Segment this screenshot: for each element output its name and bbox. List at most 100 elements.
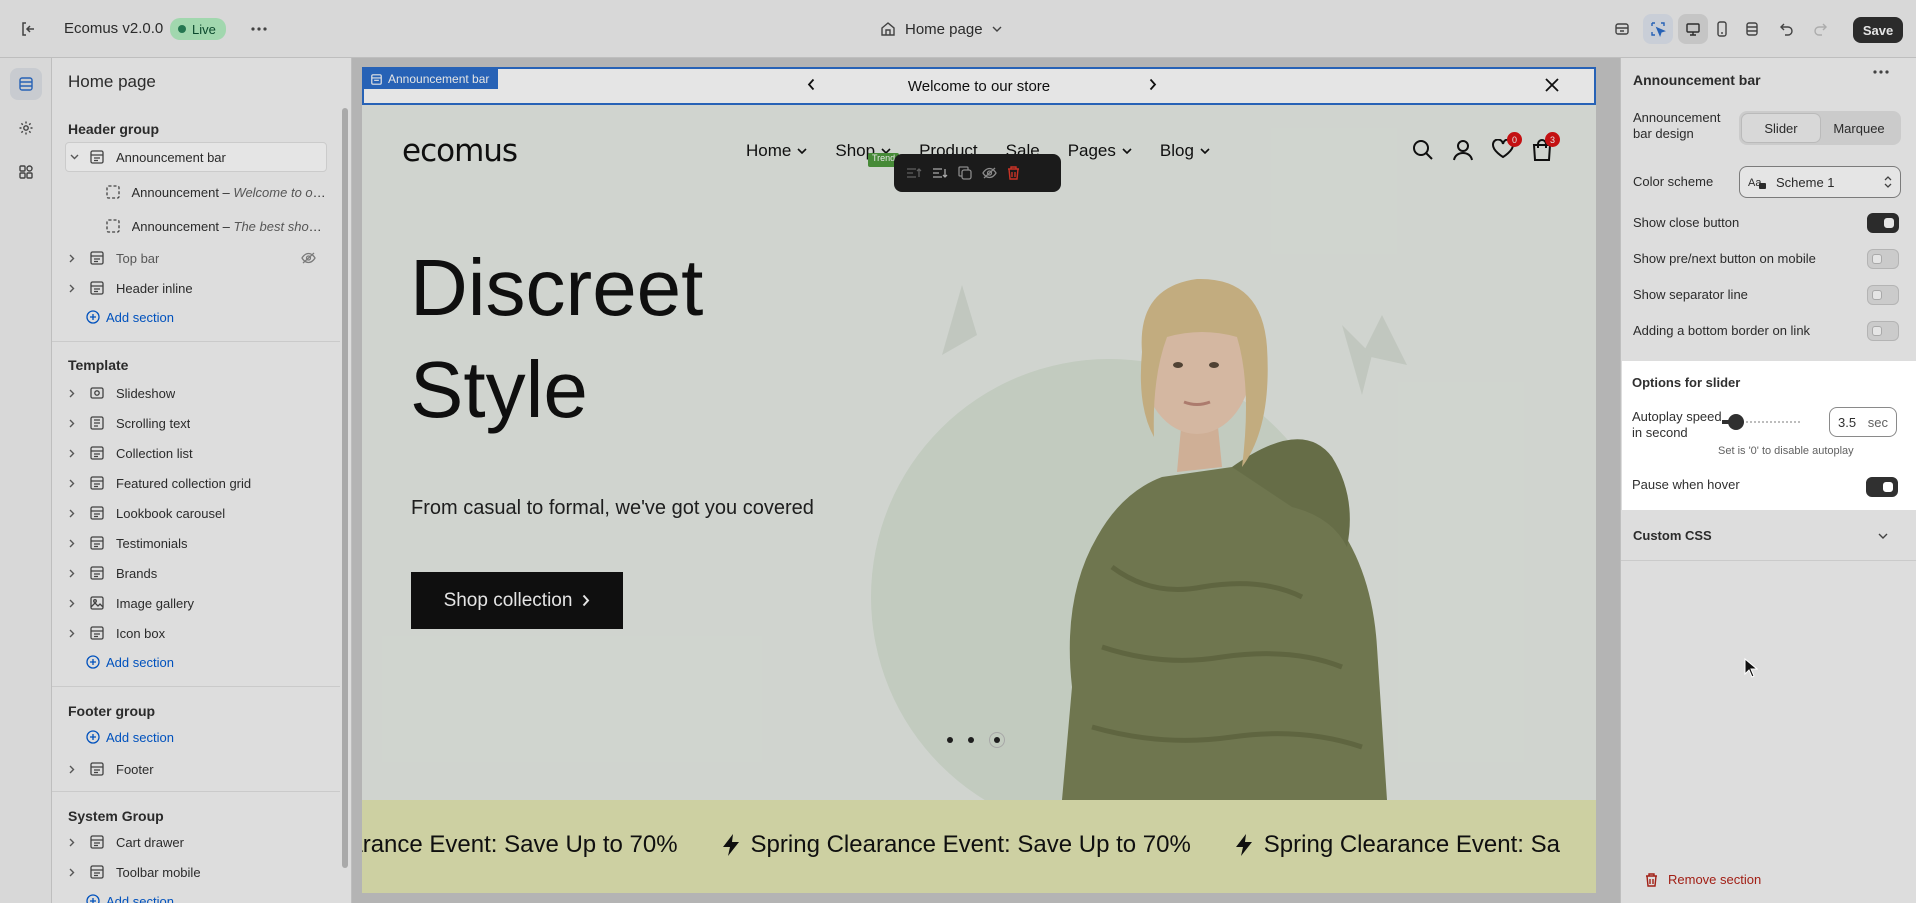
desktop-view-icon[interactable] bbox=[1678, 14, 1708, 44]
tree-item-announcement-bar[interactable]: Announcement bar bbox=[65, 142, 327, 172]
chevron-right-icon[interactable] bbox=[64, 569, 80, 578]
section-tree: Home page Header group Announcement bar … bbox=[52, 58, 352, 903]
design-label: Announcement bar design bbox=[1633, 110, 1721, 141]
chevron-right-icon[interactable] bbox=[64, 419, 80, 428]
tree-item-label: Cart drawer bbox=[116, 834, 184, 850]
wishlist-button[interactable]: 0 bbox=[1492, 132, 1522, 161]
chevron-right-icon[interactable] bbox=[64, 599, 80, 608]
more-actions-icon[interactable] bbox=[244, 14, 274, 44]
chevron-right-icon[interactable] bbox=[64, 838, 80, 847]
block-icon bbox=[102, 185, 123, 199]
hero-subtitle: From casual to formal, we've got you cov… bbox=[411, 497, 814, 519]
eye-off-icon[interactable] bbox=[301, 252, 316, 264]
tree-item-top-bar[interactable]: Top bar bbox=[64, 243, 326, 273]
settings-gear-icon[interactable] bbox=[10, 112, 42, 144]
theme-editor: Ecomus v2.0.0 Live Home page Save Home p… bbox=[0, 0, 1916, 903]
fullscreen-icon[interactable] bbox=[1737, 14, 1767, 44]
redo-icon[interactable] bbox=[1805, 14, 1835, 44]
add-section-button[interactable]: Add section bbox=[86, 651, 174, 673]
autoplay-speed-slider[interactable] bbox=[1722, 414, 1802, 430]
close-icon[interactable] bbox=[1544, 77, 1560, 93]
mobile-view-icon[interactable] bbox=[1707, 14, 1737, 44]
slider-handle[interactable] bbox=[1728, 414, 1744, 430]
toggle-switch[interactable] bbox=[1867, 249, 1899, 269]
slide-dot[interactable] bbox=[947, 737, 953, 743]
chevron-right-icon[interactable] bbox=[64, 509, 80, 518]
inspector-icon[interactable] bbox=[1643, 14, 1673, 44]
duplicate-icon[interactable] bbox=[958, 166, 972, 180]
store-icon[interactable] bbox=[1607, 14, 1637, 44]
toggle-switch[interactable] bbox=[1867, 321, 1899, 341]
hero-title-line: Discreet bbox=[410, 243, 704, 332]
tree-item-announcement-best[interactable]: Announcement – The best shopi... bbox=[64, 211, 326, 241]
remove-section-button[interactable]: Remove section bbox=[1645, 872, 1761, 887]
account-icon[interactable] bbox=[1452, 139, 1474, 161]
move-down-icon[interactable] bbox=[932, 166, 948, 180]
save-button[interactable]: Save bbox=[1853, 17, 1903, 43]
autoplay-speed-input[interactable]: 3.5 sec bbox=[1829, 407, 1897, 437]
tree-item-lookbook-carousel[interactable]: Lookbook carousel bbox=[64, 498, 326, 528]
color-scheme-value: Scheme 1 bbox=[1776, 174, 1835, 190]
chevron-right-icon[interactable] bbox=[64, 389, 80, 398]
more-actions-icon[interactable] bbox=[1873, 70, 1889, 74]
tree-item-slideshow[interactable]: Slideshow bbox=[64, 378, 326, 408]
chevron-right-icon[interactable] bbox=[64, 284, 80, 293]
search-icon[interactable] bbox=[1412, 139, 1434, 161]
exit-icon[interactable] bbox=[13, 14, 43, 44]
add-section-button[interactable]: Add section bbox=[86, 890, 174, 903]
tree-item-cart-drawer[interactable]: Cart drawer bbox=[64, 827, 326, 857]
tree-item-testimonials[interactable]: Testimonials bbox=[64, 528, 326, 558]
cart-button[interactable]: 3 bbox=[1532, 132, 1560, 161]
toggle-switch[interactable] bbox=[1867, 213, 1899, 233]
pause-hover-toggle[interactable] bbox=[1866, 477, 1898, 497]
add-section-button[interactable]: Add section bbox=[86, 726, 174, 748]
shop-collection-button[interactable]: Shop collection bbox=[411, 572, 623, 629]
page-selector[interactable]: Home page bbox=[880, 16, 1002, 42]
chevron-right-icon[interactable] bbox=[64, 868, 80, 877]
page-selector-label: Home page bbox=[905, 20, 983, 38]
tree-item-featured-collection-grid[interactable]: Featured collection grid bbox=[64, 468, 326, 498]
chevron-down-icon[interactable] bbox=[1878, 533, 1888, 539]
chevron-down-icon[interactable] bbox=[66, 154, 82, 160]
slide-dot-active[interactable] bbox=[989, 732, 1005, 748]
tree-item-footer[interactable]: Footer bbox=[64, 754, 326, 784]
store-preview: Discreet Style From casual to formal, we… bbox=[362, 67, 1596, 893]
announcement-bar[interactable]: Announcement bar Welcome to our store bbox=[362, 67, 1596, 105]
chevron-down-icon bbox=[1122, 148, 1132, 154]
tree-item-icon-box[interactable]: Icon box bbox=[64, 618, 326, 648]
chevron-right-icon[interactable] bbox=[64, 449, 80, 458]
eye-off-icon[interactable] bbox=[982, 167, 997, 179]
nav-item-pages[interactable]: Pages bbox=[1068, 141, 1132, 161]
store-logo[interactable]: ecomus bbox=[402, 133, 518, 169]
custom-css-label[interactable]: Custom CSS bbox=[1633, 528, 1712, 543]
apps-icon[interactable] bbox=[10, 156, 42, 188]
tree-item-brands[interactable]: Brands bbox=[64, 558, 326, 588]
chevron-right-icon[interactable] bbox=[1149, 78, 1157, 91]
toggle-switch[interactable] bbox=[1867, 285, 1899, 305]
trash-icon[interactable] bbox=[1007, 166, 1020, 180]
sidebar-scrollbar[interactable] bbox=[342, 108, 348, 868]
design-option-slider[interactable]: Slider bbox=[1742, 114, 1820, 142]
color-scheme-select[interactable]: Aa Scheme 1 bbox=[1739, 166, 1901, 198]
add-section-button[interactable]: Add section bbox=[86, 306, 174, 328]
nav-item-blog[interactable]: Blog bbox=[1160, 141, 1210, 161]
nav-item-home[interactable]: Home bbox=[746, 141, 807, 161]
design-segmented-control: Slider Marquee bbox=[1739, 111, 1901, 145]
sections-icon[interactable] bbox=[10, 68, 42, 100]
chevron-right-icon[interactable] bbox=[64, 254, 80, 263]
move-up-icon[interactable] bbox=[906, 166, 922, 180]
chevron-right-icon[interactable] bbox=[64, 765, 80, 774]
tree-item-label: Header inline bbox=[116, 280, 193, 296]
tree-item-announcement-welcome[interactable]: Announcement – Welcome to ou... bbox=[64, 177, 326, 207]
tree-item-image-gallery[interactable]: Image gallery bbox=[64, 588, 326, 618]
chevron-right-icon[interactable] bbox=[64, 629, 80, 638]
slide-dot[interactable] bbox=[968, 737, 974, 743]
tree-item-toolbar-mobile[interactable]: Toolbar mobile bbox=[64, 857, 326, 887]
chevron-right-icon[interactable] bbox=[64, 479, 80, 488]
tree-item-collection-list[interactable]: Collection list bbox=[64, 438, 326, 468]
chevron-right-icon[interactable] bbox=[64, 539, 80, 548]
design-option-marquee[interactable]: Marquee bbox=[1820, 114, 1898, 142]
tree-item-scrolling-text[interactable]: Scrolling text bbox=[64, 408, 326, 438]
tree-item-header-inline[interactable]: Header inline bbox=[64, 273, 326, 303]
undo-icon[interactable] bbox=[1772, 14, 1802, 44]
